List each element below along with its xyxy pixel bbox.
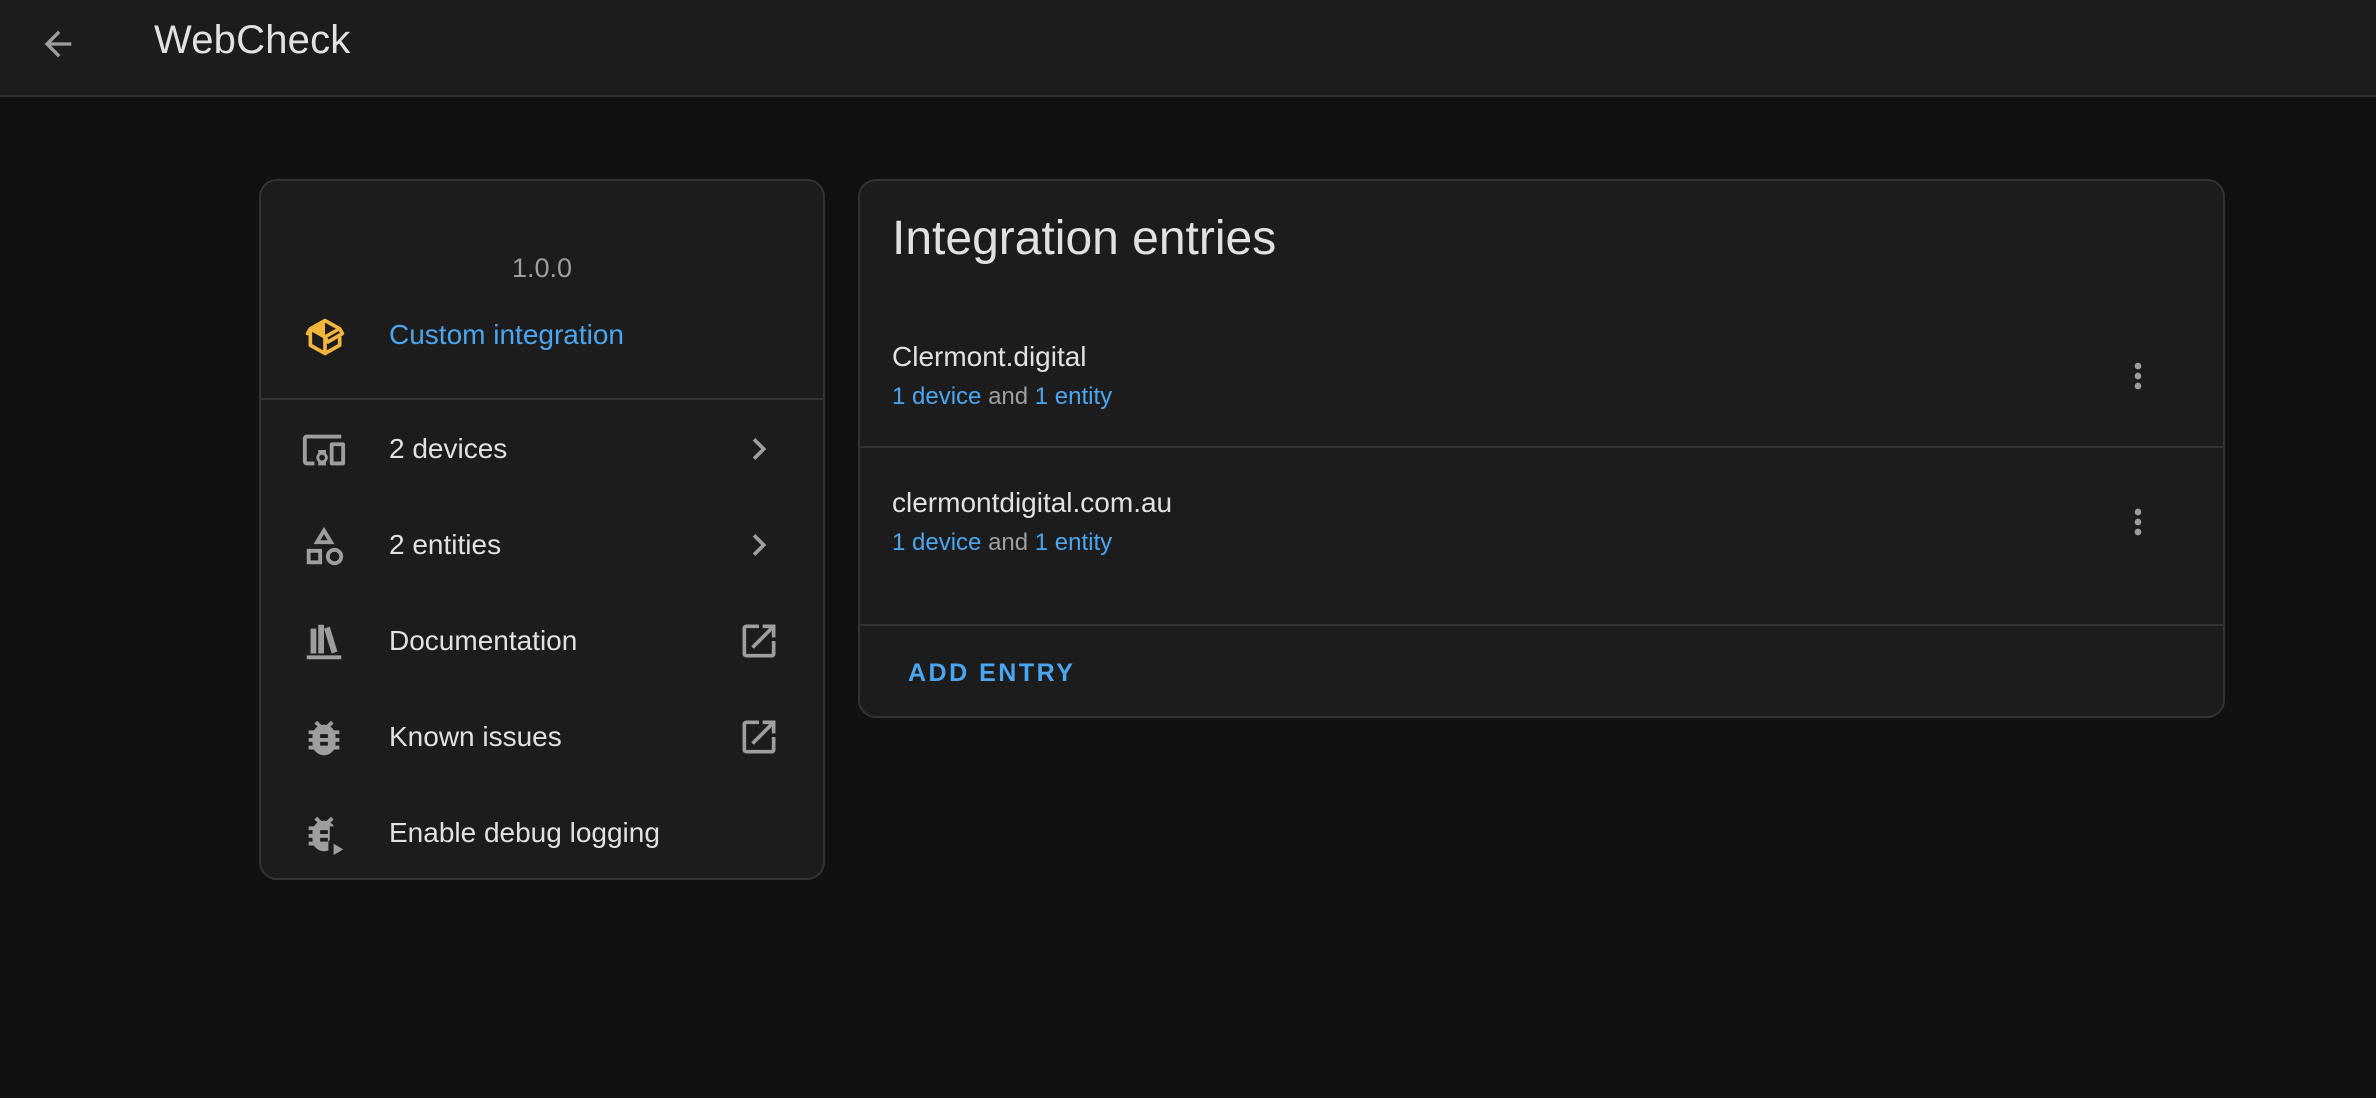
bug-play-icon <box>308 816 344 856</box>
overflow-menu-button[interactable] <box>2113 351 2163 401</box>
entity-link[interactable]: 1 entity <box>1035 383 1112 410</box>
custom-integration-label: Custom integration <box>389 319 625 350</box>
custom-integration-row: Custom integration <box>261 307 823 363</box>
integration-info-card: 1.0.0 Custom integration 2 devices 2 ent… <box>259 179 825 880</box>
chevron-right-icon <box>752 438 767 460</box>
package-variant-icon <box>305 318 345 356</box>
known-issues-row[interactable]: Known issues <box>261 691 823 783</box>
back-button[interactable] <box>30 16 86 72</box>
entry-name: clermontdigital.com.au <box>892 487 1173 518</box>
documentation-label: Documentation <box>389 625 578 656</box>
add-entry-button[interactable]: ADD ENTRY <box>908 659 1075 688</box>
and-text: and <box>988 383 1029 410</box>
entities-label: 2 entities <box>389 529 502 560</box>
book-shelf-icon <box>306 624 342 660</box>
list-item[interactable]: clermontdigital.com.au 1 device and 1 en… <box>860 487 2223 631</box>
list-item[interactable]: Clermont.digital 1 device and 1 entity <box>860 341 2223 485</box>
integration-entries-card: Integration entries Clermont.digital 1 d… <box>858 179 2225 718</box>
entity-link[interactable]: 1 entity <box>1035 529 1112 556</box>
entities-row[interactable]: 2 entities <box>261 499 823 591</box>
overflow-menu-button[interactable] <box>2113 497 2163 547</box>
dots-vertical-icon <box>2134 508 2142 536</box>
devices-label: 2 devices <box>389 433 508 464</box>
version-label: 1.0.0 <box>511 253 573 283</box>
and-text: and <box>988 529 1029 556</box>
open-in-new-icon <box>742 720 776 754</box>
device-link[interactable]: 1 device <box>892 529 981 556</box>
devices-row[interactable]: 2 devices <box>261 403 823 495</box>
entry-meta: 1 device and 1 entity <box>892 383 1112 411</box>
entry-meta: 1 device and 1 entity <box>892 529 1112 557</box>
arrow-left-icon <box>44 30 72 58</box>
entries-title: Integration entries <box>892 212 1277 265</box>
divider <box>860 446 2223 448</box>
entry-name: Clermont.digital <box>892 341 1087 372</box>
divider <box>860 624 2223 626</box>
device-link[interactable]: 1 device <box>892 383 981 410</box>
shapes-icon <box>306 526 344 566</box>
devices-icon <box>302 434 346 466</box>
dots-vertical-icon <box>2134 362 2142 390</box>
top-app-bar: WebCheck <box>0 0 2376 97</box>
bug-icon <box>308 720 340 756</box>
known-issues-label: Known issues <box>389 721 562 752</box>
divider <box>261 398 823 400</box>
page-title: WebCheck <box>154 18 351 62</box>
documentation-row[interactable]: Documentation <box>261 595 823 687</box>
enable-debug-logging-label: Enable debug logging <box>389 817 660 848</box>
chevron-right-icon <box>752 534 767 556</box>
open-in-new-icon <box>742 624 776 658</box>
enable-debug-logging-row[interactable]: Enable debug logging <box>261 787 823 878</box>
